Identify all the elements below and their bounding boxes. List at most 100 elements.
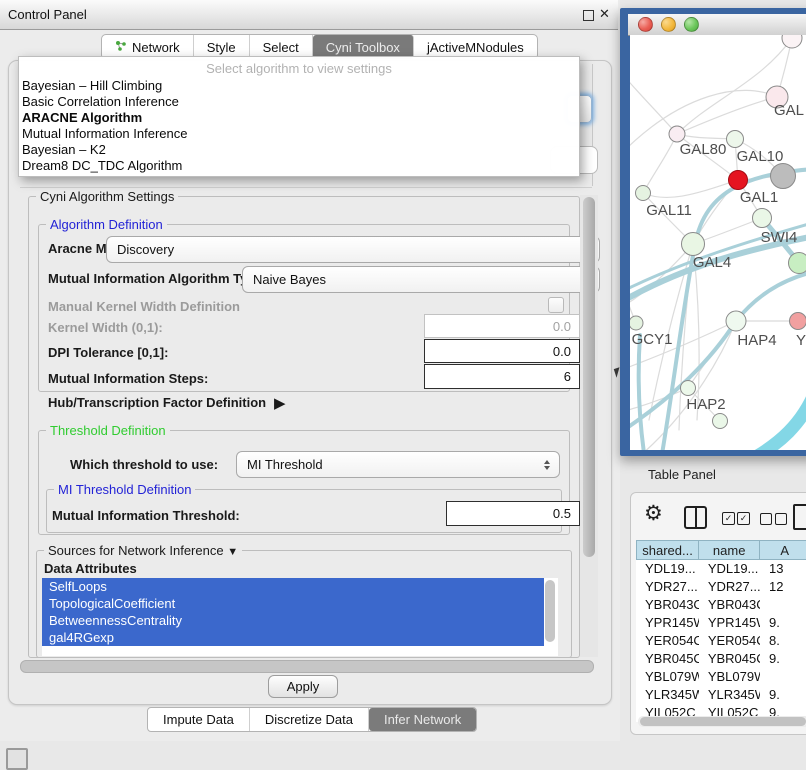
table-row[interactable]: YDR27...YDR27...12 xyxy=(636,578,806,596)
tab-infer-network[interactable]: Infer Network xyxy=(369,708,476,731)
tab-discretize-data[interactable]: Discretize Data xyxy=(250,708,369,731)
page-icon[interactable] xyxy=(793,504,806,530)
network-graph: GALGAL80GAL10GAL1GAL11SWI4GAL4GCY1HAP4YH… xyxy=(630,35,806,450)
attribute-item[interactable]: BetweennessCentrality xyxy=(42,612,544,629)
algorithm-dropdown-popup: Select algorithm to view settings Bayesi… xyxy=(18,56,580,177)
network-node-gcy1[interactable] xyxy=(630,316,643,330)
node-label: SWI4 xyxy=(761,229,798,246)
network-edge[interactable] xyxy=(643,134,677,193)
zoom-window-icon[interactable] xyxy=(684,17,699,32)
deselect-checkbox-icon[interactable] xyxy=(775,513,787,525)
table-row[interactable]: YBR043CYBR043C xyxy=(636,596,806,614)
network-window-titlebar[interactable] xyxy=(628,14,806,36)
settings-hscrollbar[interactable] xyxy=(20,660,594,673)
attribute-item[interactable]: gal4RGexp xyxy=(42,629,544,646)
table-cell: YPR145W xyxy=(636,614,699,632)
algorithm-option[interactable]: Basic Correlation Inference xyxy=(19,94,579,110)
column-header[interactable]: name xyxy=(699,540,760,560)
algorithm-option[interactable]: Bayesian – Hill Climbing xyxy=(19,78,579,94)
gear-icon[interactable]: ⚙ xyxy=(644,503,663,524)
float-panel-icon[interactable] xyxy=(583,10,594,21)
table-row[interactable]: YBR045CYBR045C9. xyxy=(636,650,806,668)
network-edge[interactable] xyxy=(741,390,806,450)
table-cell: 12 xyxy=(760,578,806,596)
network-node-y[interactable] xyxy=(790,313,806,330)
network-node[interactable] xyxy=(782,35,802,48)
minimize-window-icon[interactable] xyxy=(661,17,676,32)
network-node-gal4[interactable] xyxy=(682,233,705,256)
manual-kernel-checkbox[interactable] xyxy=(548,297,564,313)
deselect-checkbox-icon[interactable] xyxy=(760,513,772,525)
algorithm-option-selected[interactable]: ARACNE Algorithm xyxy=(19,110,579,126)
attribute-item[interactable]: SelfLoops xyxy=(42,578,544,595)
node-label: GAL xyxy=(774,102,804,119)
mi-type-select[interactable]: Naive Bayes xyxy=(242,266,600,293)
tab-network-label: Network xyxy=(132,40,180,55)
network-node-gal11[interactable] xyxy=(636,186,651,201)
network-node-gal80[interactable] xyxy=(669,126,685,142)
attribute-item[interactable]: TopologicalCoefficient xyxy=(42,595,544,612)
table-cell: 8. xyxy=(760,632,806,650)
mi-steps-label: Mutual Information Steps: xyxy=(48,371,208,386)
table-cell: YLR345W xyxy=(699,686,760,704)
table-row[interactable]: YBL079WYBL079W xyxy=(636,668,806,686)
network-canvas[interactable]: GALGAL80GAL10GAL1GAL11SWI4GAL4GCY1HAP4YH… xyxy=(630,35,806,450)
settings-vscrollbar-thumb[interactable] xyxy=(583,197,595,557)
select-all-checkbox-icon[interactable]: ✓ xyxy=(722,512,735,525)
network-edge[interactable] xyxy=(639,335,645,450)
data-attributes-list[interactable]: SelfLoopsTopologicalCoefficientBetweenne… xyxy=(42,578,558,656)
algorithm-option[interactable]: Dream8 DC_TDC Algorithm xyxy=(19,158,579,174)
which-threshold-select[interactable]: MI Threshold xyxy=(236,451,560,478)
table-row[interactable]: YDL19...YDL19...13 xyxy=(636,560,806,578)
network-node-hap2[interactable] xyxy=(681,381,696,396)
network-edge[interactable] xyxy=(630,60,677,134)
table-row[interactable]: YLR345WYLR345W9. xyxy=(636,686,806,704)
apply-button[interactable]: Apply xyxy=(268,675,338,698)
network-node[interactable] xyxy=(713,414,728,429)
select-all-checkbox-icon[interactable]: ✓ xyxy=(737,512,750,525)
mi-threshold-field[interactable]: 0.5 xyxy=(446,501,580,526)
tab-impute-data[interactable]: Impute Data xyxy=(148,708,250,731)
column-header[interactable]: shared... xyxy=(636,540,699,560)
split-columns-icon[interactable] xyxy=(684,506,707,529)
minimized-panel-icon[interactable] xyxy=(6,748,28,770)
table-cell: YDL19... xyxy=(699,560,760,578)
network-node-hap4[interactable] xyxy=(726,311,746,331)
close-icon[interactable]: ✕ xyxy=(599,6,610,22)
table-hscrollbar-thumb[interactable] xyxy=(640,717,806,726)
aracne-mode-select[interactable]: Discovery xyxy=(106,236,600,263)
table-header-row[interactable]: shared...nameA xyxy=(636,540,806,560)
network-view-window[interactable]: GALGAL80GAL10GAL1GAL11SWI4GAL4GCY1HAP4YH… xyxy=(620,8,806,456)
node-label: GAL10 xyxy=(737,148,784,165)
mi-steps-field[interactable]: 6 xyxy=(424,364,580,389)
control-panel-title: Control Panel xyxy=(8,7,87,22)
data-attributes-label: Data Attributes xyxy=(44,561,137,576)
table-row[interactable]: YER054CYER054C8. xyxy=(636,632,806,650)
expand-right-arrow-icon[interactable]: ▶ xyxy=(274,394,286,412)
node-label: GAL1 xyxy=(740,189,778,206)
close-window-icon[interactable] xyxy=(638,17,653,32)
hub-definition-label[interactable]: Hub/Transcription Factor Definition xyxy=(48,395,266,410)
table-row[interactable]: YPR145WYPR145W9. xyxy=(636,614,806,632)
table-cell: 9. xyxy=(760,686,806,704)
control-panel-titlebar xyxy=(0,0,618,30)
network-node[interactable] xyxy=(789,253,806,274)
table-hscrollbar[interactable] xyxy=(638,716,806,727)
cyni-settings-legend: Cyni Algorithm Settings xyxy=(36,189,178,204)
network-node[interactable] xyxy=(771,164,796,189)
table-cell xyxy=(760,668,806,686)
kernel-width-field[interactable]: 0.0 xyxy=(424,314,580,338)
mi-threshold-legend: MI Threshold Definition xyxy=(54,482,195,497)
dpi-tolerance-field[interactable]: 0.0 xyxy=(424,339,580,363)
algorithm-option[interactable]: Bayesian – K2 xyxy=(19,142,579,158)
collapse-down-arrow-icon[interactable]: ▼ xyxy=(227,546,238,558)
sources-legend: Sources for Network Inference ▼ xyxy=(44,543,242,558)
network-node-swi4[interactable] xyxy=(753,209,772,228)
attr-list-scrollbar[interactable] xyxy=(545,580,555,642)
column-header[interactable]: A xyxy=(760,540,806,560)
table-cell: YBR043C xyxy=(699,596,760,614)
algorithm-option[interactable]: Mutual Information Inference xyxy=(19,126,579,142)
cyni-bottom-tabs: Impute Data Discretize Data Infer Networ… xyxy=(147,707,477,732)
network-node-gal10[interactable] xyxy=(727,131,744,148)
network-node-gal1[interactable] xyxy=(729,171,748,190)
